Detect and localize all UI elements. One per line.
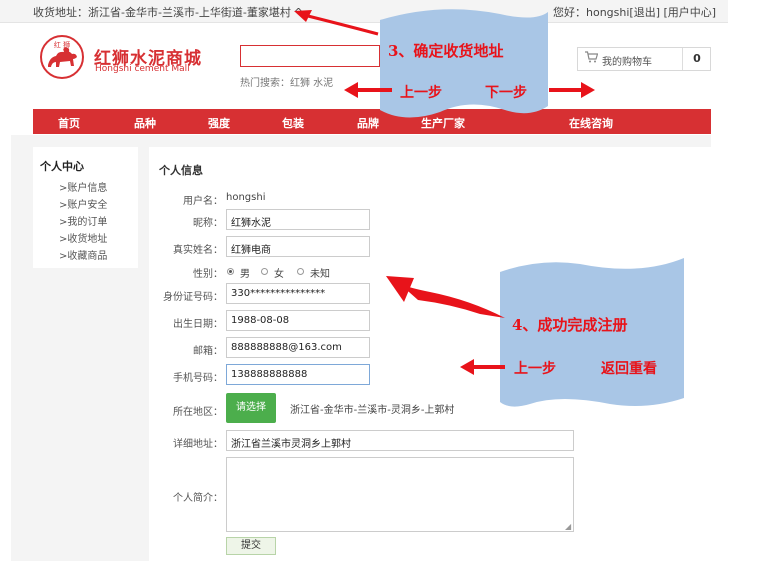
annotation-step3-title: 3、确定收货地址 — [388, 42, 504, 60]
annotation-step3-prev: 上一步 — [400, 85, 442, 101]
annotation-step4-back: 返回重看 — [601, 361, 657, 377]
annotation-step4-title: 4、成功完成注册 — [512, 316, 628, 334]
annotation-arrow-form — [400, 284, 505, 318]
annotation-step4-prev: 上一步 — [514, 361, 556, 377]
annotation-overlay — [294, 9, 684, 407]
annotation-step3-next: 下一步 — [485, 85, 527, 101]
annotation-arrow-address — [299, 12, 379, 36]
